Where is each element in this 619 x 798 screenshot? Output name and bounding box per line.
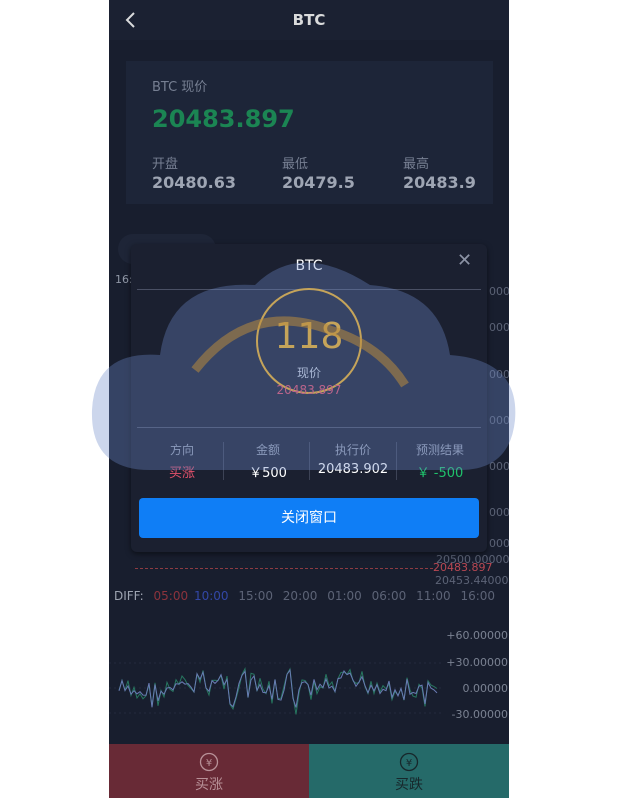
strike-value: 20483.902	[317, 462, 389, 477]
order-modal: BTC ✕ 118 现价 20483.897 方向 买涨 金额 ￥500 执行价…	[131, 244, 487, 552]
divider	[137, 427, 481, 428]
column-divider	[223, 442, 224, 480]
result-value: ￥ -500	[416, 466, 464, 481]
direction-label: 方向	[169, 443, 194, 457]
close-window-button[interactable]: 关闭窗口	[139, 498, 479, 538]
result-label: 预测结果	[415, 443, 464, 457]
modal-title: BTC	[295, 258, 323, 274]
direction-col: 方向 买涨	[141, 441, 223, 481]
amount-label: 金额	[255, 443, 280, 457]
close-icon[interactable]: ✕	[457, 250, 477, 271]
direction-value: 买涨	[168, 466, 195, 481]
strike-col: 执行价 20483.902	[312, 441, 394, 477]
countdown-timer: 118 现价 20483.897	[254, 286, 364, 397]
current-price-label: 现价	[296, 366, 321, 380]
amount-value: ￥500	[249, 466, 287, 481]
phone-screen: BTC BTC 现价 20483.897 开盘 20480.63 最低 2047…	[109, 0, 509, 798]
countdown-value: 118	[274, 316, 344, 357]
amount-col: 金额 ￥500	[227, 441, 309, 481]
column-divider	[309, 442, 310, 480]
column-divider	[396, 442, 397, 480]
strike-label: 执行价	[334, 443, 371, 457]
result-col: 预测结果 ￥ -500	[399, 441, 481, 481]
current-price-value: 20483.897	[276, 383, 342, 397]
